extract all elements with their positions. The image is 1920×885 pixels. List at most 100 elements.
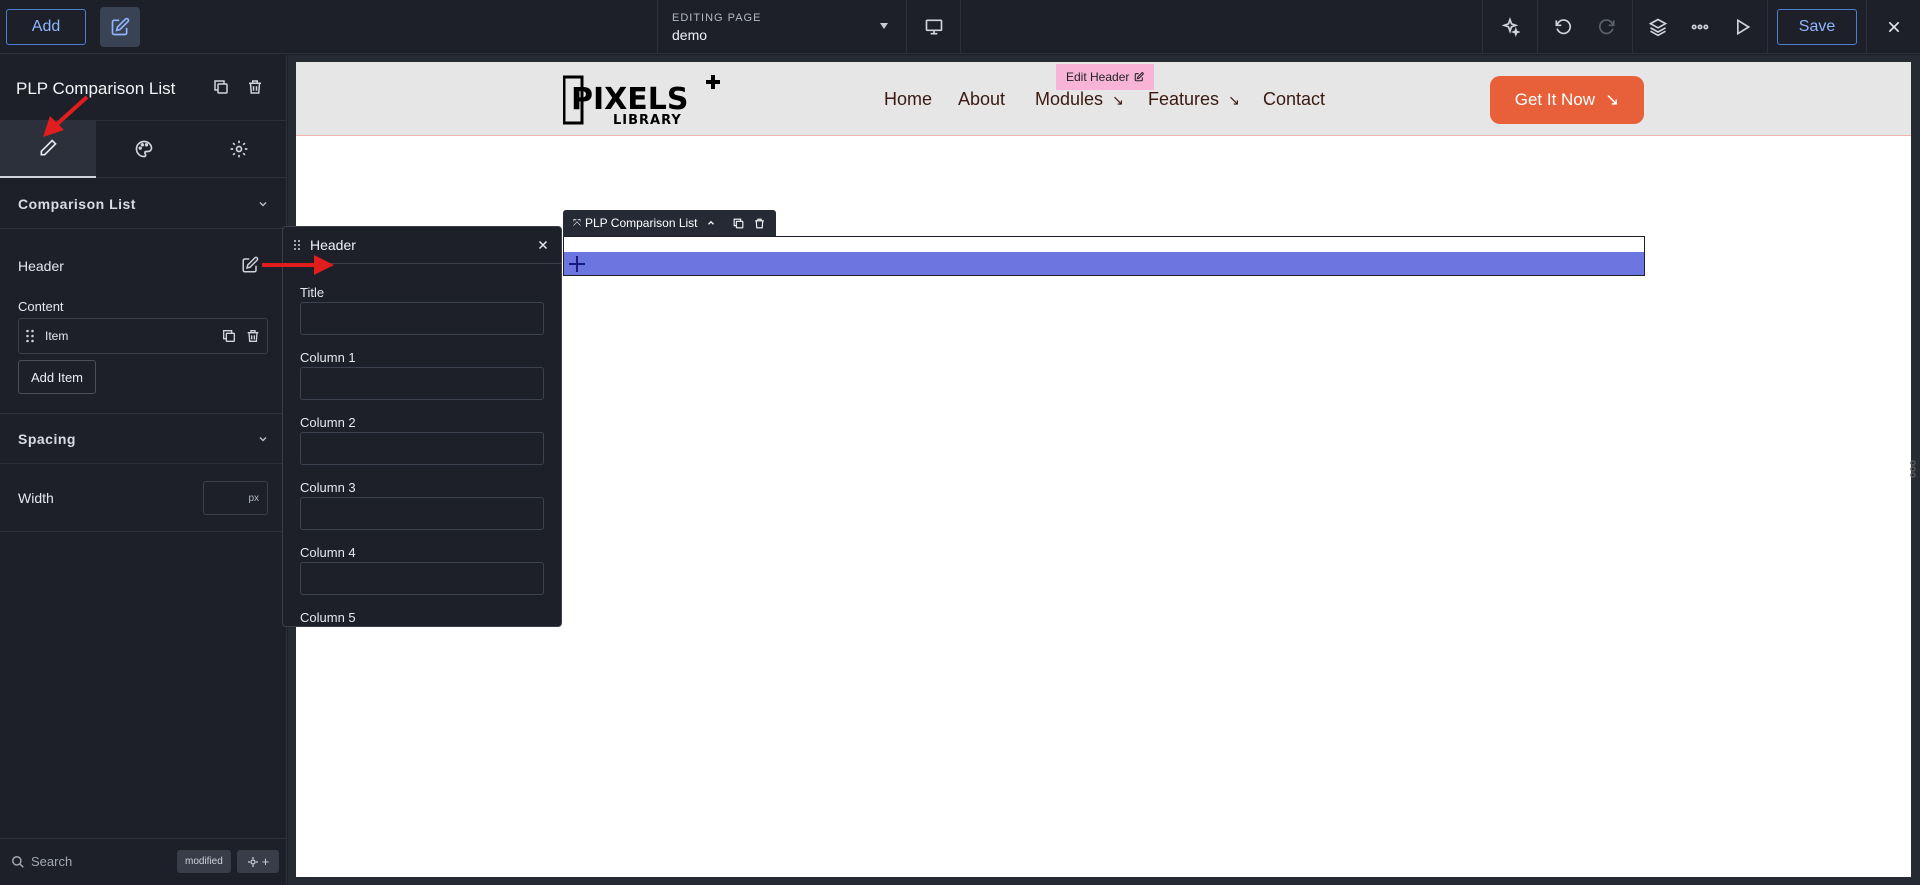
width-unit: px [248,492,259,504]
more-horizontal-icon [1691,24,1709,30]
redo-icon [1598,19,1615,35]
nav-contact[interactable]: Contact [1263,89,1325,110]
edit-header-button[interactable] [241,256,259,274]
chevron-down-icon [259,436,267,442]
column-2-input[interactable] [300,432,544,465]
close-icon [1888,21,1899,33]
play-icon [1737,18,1751,36]
width-label: Width [18,490,54,506]
section-title: Spacing [18,430,76,447]
chevron-down-icon [259,201,267,207]
edit-icon [1135,72,1145,82]
preview-button[interactable] [1717,0,1767,54]
field-label-title: Title [300,285,325,300]
title-input[interactable] [300,302,544,335]
copy-icon[interactable] [221,328,237,344]
redo-button[interactable] [1582,0,1632,54]
arrow-down-right-icon: ↘ [1228,92,1240,108]
save-button[interactable]: Save [1777,9,1857,45]
site-logo: PIXELS LIBRARY [563,73,725,127]
nav-modules[interactable]: Modules ↘ [1035,89,1124,110]
undo-icon [1555,19,1572,35]
pencil-icon [40,139,57,156]
module-title: PLP Comparison List [16,79,176,98]
search-input[interactable]: Search [31,854,72,869]
device-preview-button[interactable] [907,0,961,54]
svg-text:PIXELS: PIXELS [571,82,689,117]
editing-page-label: EDITING PAGE [672,12,762,24]
arrow-down-right-icon: ↘ [1112,92,1124,108]
column-4-input[interactable] [300,562,544,595]
nav-modules-label: Modules [1035,89,1104,109]
module-toolbar[interactable]: ⤧ PLP Comparison List [563,210,776,236]
column-3-input[interactable] [300,497,544,530]
field-label-column-2: Column 2 [300,415,356,430]
undo-button[interactable] [1538,0,1588,54]
trash-icon[interactable] [753,217,766,230]
nav-about[interactable]: About [958,89,1005,110]
tab-design[interactable] [96,120,192,178]
chevron-down-icon[interactable] [880,23,888,29]
page-selector[interactable]: EDITING PAGE demo [657,0,907,54]
settings-add-button[interactable]: + [237,850,279,873]
edit-header-label: Edit Header [1066,70,1130,84]
module-tag-label: PLP Comparison List [585,216,698,230]
close-icon [538,240,548,250]
sparkle-icon [1501,17,1520,37]
width-input[interactable]: px [203,481,268,515]
drag-handle-icon[interactable] [293,239,301,251]
drag-handle-icon[interactable] [25,329,35,343]
field-label-column-1: Column 1 [300,350,356,365]
tab-settings[interactable] [191,120,287,178]
section-comparison-list[interactable]: Comparison List [0,179,287,229]
nav-home[interactable]: Home [884,89,932,110]
edit-header-button[interactable]: Edit Header [1056,64,1155,90]
move-icon[interactable]: ⤧ [573,218,581,229]
field-label-column-5: Column 5 [300,610,356,625]
gear-icon [230,140,248,158]
delete-module-button[interactable] [246,78,264,96]
editing-page-name: demo [672,27,708,43]
chevron-up-icon[interactable] [706,218,716,228]
gear-icon [247,856,258,867]
get-it-now-button[interactable]: Get It Now ↘ [1490,76,1644,124]
divider [0,531,287,532]
field-label-column-3: Column 3 [300,480,356,495]
divider [1482,0,1483,54]
layers-icon [1648,18,1668,37]
duplicate-module-button[interactable] [212,78,230,96]
divider [1767,0,1768,54]
cta-label: Get It Now [1514,90,1596,109]
item-label: Item [45,329,69,343]
trash-icon[interactable] [245,328,261,344]
column-1-input[interactable] [300,367,544,400]
close-editor-button[interactable] [1867,0,1920,54]
nav-features[interactable]: Features ↘ [1148,89,1240,110]
header-label: Header [18,258,64,274]
modified-filter-badge[interactable]: modified [177,850,231,873]
edit-icon [111,17,130,36]
section-spacing[interactable]: Spacing [0,413,287,464]
content-label: Content [18,299,64,314]
panel-title: Header [310,237,356,253]
svg-text:LIBRARY: LIBRARY [613,113,682,127]
resize-handle-icon[interactable] [1907,460,1919,478]
tab-content[interactable] [0,120,96,178]
palette-icon [135,140,153,158]
add-item-button[interactable]: Add Item [18,360,96,394]
section-title: Comparison List [18,195,136,212]
close-panel-button[interactable] [537,239,549,251]
nav-features-label: Features [1148,89,1220,109]
content-item[interactable]: Item [18,318,268,354]
search-icon [11,855,25,869]
plus-icon[interactable] [567,254,587,274]
comparison-list-row[interactable] [564,252,1644,275]
trash-icon [249,80,261,94]
edit-icon [242,256,259,273]
copy-icon[interactable] [732,217,745,230]
add-button[interactable]: Add [6,9,86,45]
ai-assist-button[interactable] [1485,0,1535,54]
desktop-icon [925,19,942,35]
copy-icon [214,80,228,94]
edit-mode-button[interactable] [100,7,140,47]
